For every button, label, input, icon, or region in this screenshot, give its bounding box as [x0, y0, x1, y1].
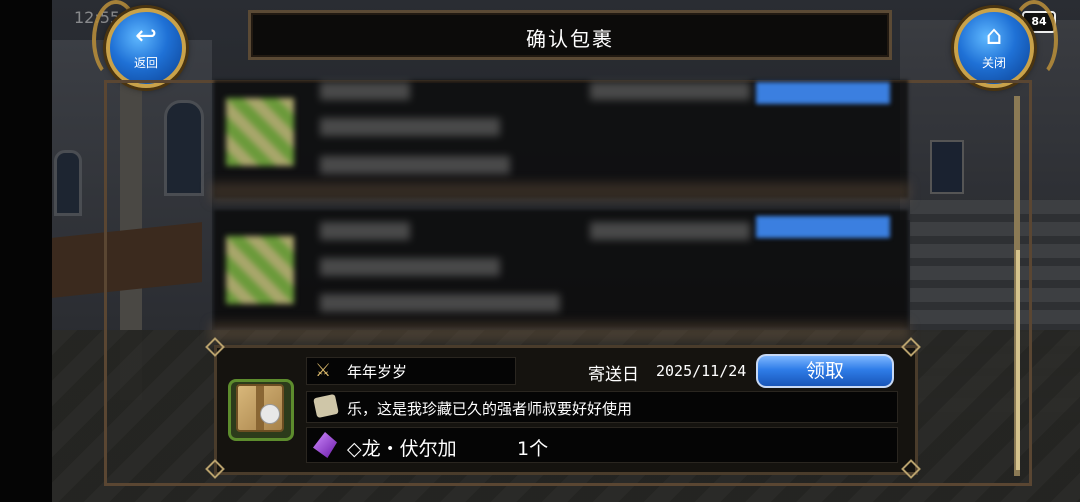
sender-field: ⚔ 年年岁岁 — [306, 357, 516, 385]
obscured-divider — [210, 182, 910, 202]
item-thumbnail-obscured — [226, 236, 294, 304]
back-button-label: 返回 — [133, 56, 158, 70]
home-icon: ⌂ — [985, 21, 1003, 51]
obscured-text — [320, 118, 500, 136]
scrollbar-thumb[interactable] — [1016, 250, 1020, 470]
obscured-text — [590, 222, 750, 240]
reward-quantity: 1个 — [517, 438, 549, 460]
reward-field: ◇龙・伏尔加 1个 — [306, 427, 898, 463]
message-field: 乐，这是我珍藏已久的强者师叔要好好使用 — [306, 391, 898, 423]
cat-face-icon — [260, 404, 280, 424]
close-button-label: 关闭 — [981, 56, 1006, 70]
cardboard-box-icon — [236, 384, 284, 432]
date-label: 寄送日 — [588, 365, 639, 385]
background-window — [54, 150, 82, 216]
claim-button-obscured[interactable] — [756, 82, 890, 104]
claim-button-obscured[interactable] — [756, 216, 890, 238]
crystal-icon — [313, 432, 337, 458]
obscured-text — [590, 82, 750, 100]
back-arrow-icon: ↩ — [135, 21, 157, 51]
obscured-text — [320, 294, 560, 312]
item-thumbnail-obscured — [226, 98, 294, 166]
obscured-text — [320, 222, 410, 240]
obscured-text — [320, 258, 500, 276]
page-title: 确认包裹 — [526, 27, 614, 51]
title-bar: 确认包裹 — [248, 10, 892, 60]
obscured-divider — [210, 322, 910, 342]
obscured-text — [320, 82, 410, 100]
message-text: 乐，这是我珍藏已久的强者师叔要好好使用 — [347, 400, 633, 418]
crossed-swords-icon: ⚔ — [315, 360, 332, 381]
screen-edge — [0, 0, 52, 502]
reward-name: ◇龙・伏尔加 — [347, 438, 457, 460]
scroll-icon — [313, 393, 339, 419]
sender-name: 年年岁岁 — [347, 363, 408, 381]
claim-button[interactable]: 领取 — [756, 354, 894, 388]
obscured-text — [320, 156, 510, 174]
close-button[interactable]: ⌂ 关闭 — [954, 8, 1034, 88]
back-button[interactable]: ↩ 返回 — [106, 8, 186, 88]
send-date: 2025/11/24 — [656, 362, 747, 380]
